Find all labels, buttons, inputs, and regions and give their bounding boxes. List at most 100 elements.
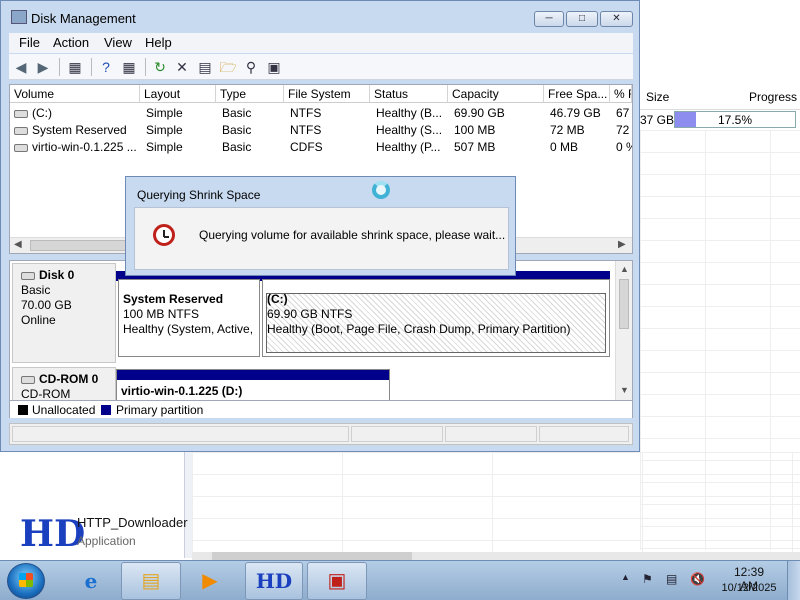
free-space-cell: 0 MB xyxy=(550,140,579,154)
column-volume[interactable]: Volume xyxy=(10,85,140,103)
disk-view-vertical-scrollbar[interactable]: ▲ ▼ xyxy=(615,261,632,400)
scroll-down-icon[interactable]: ▼ xyxy=(620,385,629,395)
scroll-up-icon[interactable]: ▲ xyxy=(620,264,629,274)
volume-list-header: Volume Layout Type File System Status Ca… xyxy=(10,85,632,103)
column-type[interactable]: Type xyxy=(216,85,284,103)
scroll-right-icon[interactable]: ▶ xyxy=(618,239,626,250)
partition-system-reserved[interactable]: System Reserved 100 MB NTFS Healthy (Sys… xyxy=(118,279,260,357)
column-layout[interactable]: Layout xyxy=(140,85,216,103)
cdrom-0-label[interactable]: CD-ROM 0 CD-ROM xyxy=(12,367,116,401)
scrollbar-thumb[interactable] xyxy=(619,279,629,329)
partition-name: (C:) xyxy=(267,292,288,306)
title-bar[interactable]: Disk Management ─ □ ✕ xyxy=(1,1,639,33)
fs-cell: NTFS xyxy=(290,123,322,137)
column-percent-free[interactable]: % F xyxy=(610,85,632,103)
taskbar-http-downloader[interactable]: HD xyxy=(245,562,303,600)
taskbar-media-player[interactable]: ▶ xyxy=(185,562,235,600)
windows-logo-icon xyxy=(19,573,33,587)
start-button[interactable] xyxy=(7,563,45,599)
capacity-cell: 100 MB xyxy=(454,123,496,137)
partition-info: (C:) 69.90 GB NTFS Healthy (Boot, Page F… xyxy=(267,292,570,337)
show-hidden-icons-icon[interactable]: ▲ xyxy=(621,572,630,582)
partition-c[interactable]: (C:) 69.90 GB NTFS Healthy (Boot, Page F… xyxy=(262,279,610,357)
disk-state: Online xyxy=(21,313,56,327)
status-cell: Healthy (B... xyxy=(376,106,443,120)
volume-row[interactable]: System Reserved Simple Basic NTFS Health… xyxy=(10,122,632,139)
partition-size: 69.90 GB NTFS xyxy=(267,307,353,321)
properties-icon[interactable]: ▦ xyxy=(120,58,138,76)
close-button[interactable]: ✕ xyxy=(600,11,633,27)
show-desktop-button[interactable] xyxy=(787,561,800,600)
volume-name: virtio-win-0.1.225 ... xyxy=(32,140,137,154)
legend-unallocated: Unallocated xyxy=(32,403,96,417)
partition-info: System Reserved 100 MB NTFS Healthy (Sys… xyxy=(123,292,253,337)
show-hide-console-tree-icon[interactable]: ▦ xyxy=(66,58,84,76)
type-cell: Basic xyxy=(222,123,252,137)
download-progress-bar: 17.5% xyxy=(674,111,796,128)
partition-name: System Reserved xyxy=(123,292,224,306)
action-center-flag-icon[interactable]: ⚑ xyxy=(642,572,653,586)
open-folder-icon[interactable]: 🗁 xyxy=(219,58,237,76)
busy-cursor-icon xyxy=(372,181,390,199)
refresh-icon[interactable]: ↻ xyxy=(151,58,169,76)
disk-name: CD-ROM 0 xyxy=(39,372,99,386)
status-cell xyxy=(539,426,629,442)
scroll-left-icon[interactable]: ◀ xyxy=(14,239,22,250)
dialog-title[interactable]: Querying Shrink Space xyxy=(137,188,260,202)
volume-row[interactable]: (C:) Simple Basic NTFS Healthy (B... 69.… xyxy=(10,105,632,122)
type-cell: Basic xyxy=(222,140,252,154)
view-options-icon[interactable]: ▣ xyxy=(265,58,283,76)
taskbar-internet-explorer[interactable]: e xyxy=(66,562,116,600)
back-arrow-icon[interactable]: ◀ xyxy=(12,58,30,76)
size-column-header[interactable]: Size xyxy=(646,90,669,104)
percent-free-cell: 67 xyxy=(616,106,630,120)
disk-graphical-view: Disk 0 Basic 70.00 GB Online System Rese… xyxy=(9,260,633,401)
unallocated-swatch xyxy=(18,405,28,415)
menu-action[interactable]: Action xyxy=(53,35,89,50)
delete-icon[interactable]: ✕ xyxy=(173,58,191,76)
pane-splitter[interactable] xyxy=(184,452,192,558)
taskbar-computer-management[interactable]: ▣ xyxy=(307,562,367,600)
status-cell-main xyxy=(12,426,349,442)
network-icon[interactable]: ▤ xyxy=(666,572,677,586)
minimize-button[interactable]: ─ xyxy=(534,11,564,27)
partition-color-bar xyxy=(117,370,389,380)
forward-arrow-icon[interactable]: ▶ xyxy=(34,58,52,76)
scrollbar-thumb[interactable] xyxy=(212,552,412,560)
search-icon[interactable]: ⚲ xyxy=(242,58,260,76)
volume-cell: System Reserved xyxy=(10,122,140,138)
menu-help[interactable]: Help xyxy=(145,35,172,50)
partition-virtio-win[interactable]: virtio-win-0.1.225 (D:) xyxy=(116,369,390,400)
volume-row[interactable]: virtio-win-0.1.225 ... Simple Basic CDFS… xyxy=(10,139,632,156)
menu-file[interactable]: File xyxy=(19,35,40,50)
column-status[interactable]: Status xyxy=(370,85,448,103)
properties-sheet-icon[interactable]: ▤ xyxy=(196,58,214,76)
disk-type: CD-ROM xyxy=(21,387,71,401)
details-grid xyxy=(192,452,800,552)
maximize-button[interactable]: □ xyxy=(566,11,598,27)
disk-name: Disk 0 xyxy=(39,268,75,282)
column-file-system[interactable]: File System xyxy=(284,85,370,103)
volume-cell: (C:) xyxy=(10,105,140,121)
dialog-body: Querying volume for available shrink spa… xyxy=(134,207,509,270)
help-icon[interactable]: ? xyxy=(97,58,115,76)
progress-column-header[interactable]: Progress xyxy=(749,90,797,104)
column-capacity[interactable]: Capacity xyxy=(448,85,544,103)
column-free-space[interactable]: Free Spa... xyxy=(544,85,610,103)
menu-view[interactable]: View xyxy=(104,35,132,50)
menu-bar: File Action View Help xyxy=(9,33,633,53)
primary-partition-swatch xyxy=(101,405,111,415)
disk-0-label[interactable]: Disk 0 Basic 70.00 GB Online xyxy=(12,263,116,363)
percent-free-cell: 0 % xyxy=(616,140,632,154)
taskbar-file-explorer[interactable]: ▤ xyxy=(121,562,181,600)
clock-icon xyxy=(153,224,175,246)
status-cell xyxy=(445,426,537,442)
fs-cell: NTFS xyxy=(290,106,322,120)
media-player-icon: ▶ xyxy=(202,570,218,592)
legend-primary-partition: Primary partition xyxy=(116,403,204,417)
status-cell xyxy=(351,426,443,442)
details-horizontal-scrollbar[interactable] xyxy=(192,552,800,560)
clock-date[interactable]: 10/12/2025 xyxy=(718,582,780,594)
taskbar: e ▤ ▶ HD ▣ xyxy=(0,560,800,600)
volume-muted-icon[interactable]: 🔇 xyxy=(690,572,705,586)
